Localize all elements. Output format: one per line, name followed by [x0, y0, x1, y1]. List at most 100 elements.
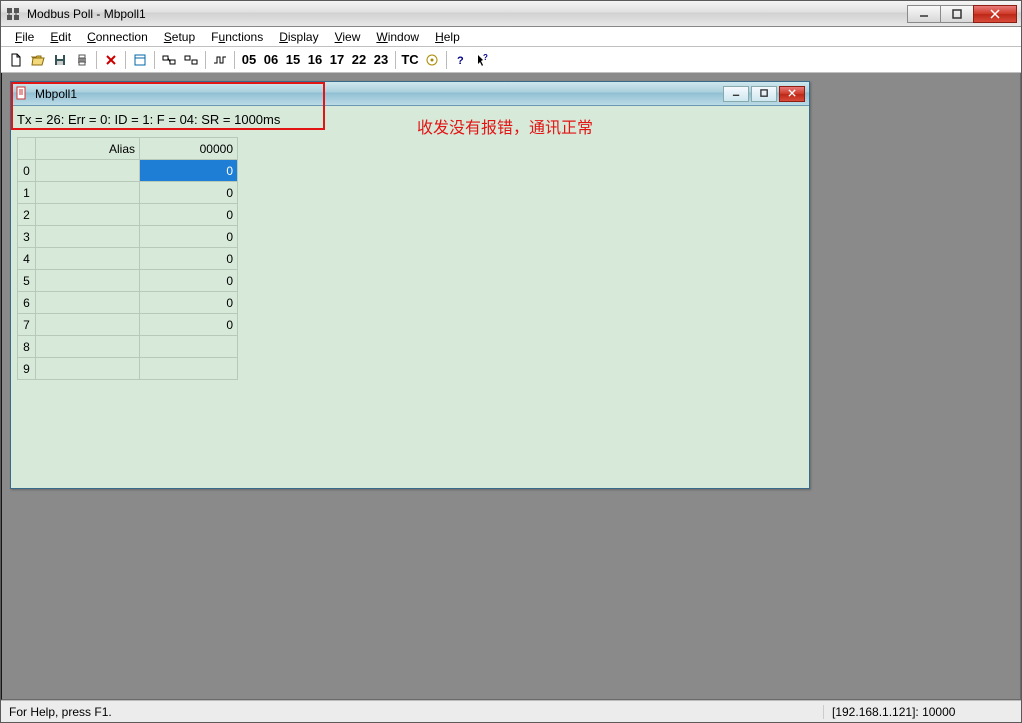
- svg-text:?: ?: [483, 53, 488, 62]
- open-icon[interactable]: [27, 49, 49, 71]
- close-button[interactable]: [973, 5, 1017, 23]
- minimize-button[interactable]: [907, 5, 941, 23]
- status-connection: [192.168.1.121]: 10000: [823, 705, 963, 719]
- table-row[interactable]: 40: [18, 248, 238, 270]
- cell-alias[interactable]: [36, 160, 140, 182]
- row-index[interactable]: 8: [18, 336, 36, 358]
- cell-value[interactable]: 0: [140, 292, 238, 314]
- window-title: Modbus Poll - Mbpoll1: [27, 7, 908, 21]
- cell-value[interactable]: 0: [140, 270, 238, 292]
- maximize-button[interactable]: [940, 5, 974, 23]
- menu-functions[interactable]: Functions: [203, 28, 271, 46]
- toolbar-separator: [154, 51, 155, 69]
- menu-help[interactable]: Help: [427, 28, 468, 46]
- table-row[interactable]: 20: [18, 204, 238, 226]
- func-17-button[interactable]: 17: [326, 49, 348, 71]
- cell-value[interactable]: 0: [140, 248, 238, 270]
- child-window-controls: [721, 86, 805, 102]
- cell-value[interactable]: 0: [140, 160, 238, 182]
- func-05-button[interactable]: 05: [238, 49, 260, 71]
- menubar: File Edit Connection Setup Functions Dis…: [1, 27, 1021, 47]
- table-row[interactable]: 8: [18, 336, 238, 358]
- help-icon[interactable]: ?: [450, 49, 472, 71]
- child-window-title: Mbpoll1: [35, 87, 721, 101]
- func-06-button[interactable]: 06: [260, 49, 282, 71]
- child-close-button[interactable]: [779, 86, 805, 102]
- col-header-register[interactable]: 00000: [140, 138, 238, 160]
- func-16-button[interactable]: 16: [304, 49, 326, 71]
- toolbar-separator: [96, 51, 97, 69]
- func-15-button[interactable]: 15: [282, 49, 304, 71]
- cell-alias[interactable]: [36, 314, 140, 336]
- register-table[interactable]: Alias 00000 001020304050607089: [17, 137, 238, 380]
- new-icon[interactable]: [5, 49, 27, 71]
- row-index[interactable]: 6: [18, 292, 36, 314]
- row-index[interactable]: 0: [18, 160, 36, 182]
- whats-this-icon[interactable]: ?: [472, 49, 494, 71]
- menu-window[interactable]: Window: [368, 28, 427, 46]
- row-index[interactable]: 1: [18, 182, 36, 204]
- child-titlebar[interactable]: Mbpoll1: [11, 82, 809, 106]
- cell-value[interactable]: 0: [140, 204, 238, 226]
- row-index[interactable]: 5: [18, 270, 36, 292]
- menu-file[interactable]: File: [7, 28, 42, 46]
- table-row[interactable]: 50: [18, 270, 238, 292]
- row-index[interactable]: 2: [18, 204, 36, 226]
- menu-setup[interactable]: Setup: [156, 28, 203, 46]
- col-header-alias[interactable]: Alias: [36, 138, 140, 160]
- row-index[interactable]: 3: [18, 226, 36, 248]
- print-icon[interactable]: [71, 49, 93, 71]
- main-window: Modbus Poll - Mbpoll1 File Edit Connecti…: [0, 0, 1022, 723]
- toolbar-separator: [125, 51, 126, 69]
- cell-alias[interactable]: [36, 204, 140, 226]
- toolbar: 05 06 15 16 17 22 23 TC ? ?: [1, 47, 1021, 73]
- mdi-client-area: Mbpoll1 Tx = 26: Err = 0: ID = 1: F = 04…: [1, 73, 1021, 700]
- cell-alias[interactable]: [36, 226, 140, 248]
- cell-alias[interactable]: [36, 358, 140, 380]
- table-row[interactable]: 60: [18, 292, 238, 314]
- toolbar-separator: [395, 51, 396, 69]
- svg-text:?: ?: [457, 55, 464, 67]
- save-icon[interactable]: [49, 49, 71, 71]
- row-index[interactable]: 9: [18, 358, 36, 380]
- cell-value[interactable]: [140, 336, 238, 358]
- menu-display[interactable]: Display: [271, 28, 326, 46]
- cell-alias[interactable]: [36, 248, 140, 270]
- status-help-text: For Help, press F1.: [1, 705, 658, 719]
- child-window-mbpoll1: Mbpoll1 Tx = 26: Err = 0: ID = 1: F = 04…: [10, 81, 810, 489]
- menu-edit[interactable]: Edit: [42, 28, 79, 46]
- cell-alias[interactable]: [36, 336, 140, 358]
- cell-value[interactable]: 0: [140, 314, 238, 336]
- table-row[interactable]: 70: [18, 314, 238, 336]
- menu-connection[interactable]: Connection: [79, 28, 156, 46]
- cell-alias[interactable]: [36, 182, 140, 204]
- definition-icon[interactable]: [129, 49, 151, 71]
- child-maximize-button[interactable]: [751, 86, 777, 102]
- func-23-button[interactable]: 23: [370, 49, 392, 71]
- cell-value[interactable]: 0: [140, 226, 238, 248]
- disconnect-icon[interactable]: [180, 49, 202, 71]
- row-index[interactable]: 7: [18, 314, 36, 336]
- pulse-icon[interactable]: [209, 49, 231, 71]
- child-minimize-button[interactable]: [723, 86, 749, 102]
- toolbar-separator: [446, 51, 447, 69]
- table-row[interactable]: 9: [18, 358, 238, 380]
- row-index[interactable]: 4: [18, 248, 36, 270]
- connect-icon[interactable]: [158, 49, 180, 71]
- table-row[interactable]: 10: [18, 182, 238, 204]
- table-row[interactable]: 00: [18, 160, 238, 182]
- menu-view[interactable]: View: [327, 28, 369, 46]
- annotation-text: 收发没有报错，通讯正常: [417, 114, 593, 138]
- cell-alias[interactable]: [36, 270, 140, 292]
- log-icon[interactable]: [421, 49, 443, 71]
- tc-button[interactable]: TC: [399, 49, 421, 71]
- cell-value[interactable]: [140, 358, 238, 380]
- delete-icon[interactable]: [100, 49, 122, 71]
- cell-value[interactable]: 0: [140, 182, 238, 204]
- table-row[interactable]: 30: [18, 226, 238, 248]
- cell-alias[interactable]: [36, 292, 140, 314]
- toolbar-separator: [234, 51, 235, 69]
- toolbar-separator: [205, 51, 206, 69]
- statusbar: For Help, press F1. [192.168.1.121]: 100…: [1, 700, 1021, 722]
- func-22-button[interactable]: 22: [348, 49, 370, 71]
